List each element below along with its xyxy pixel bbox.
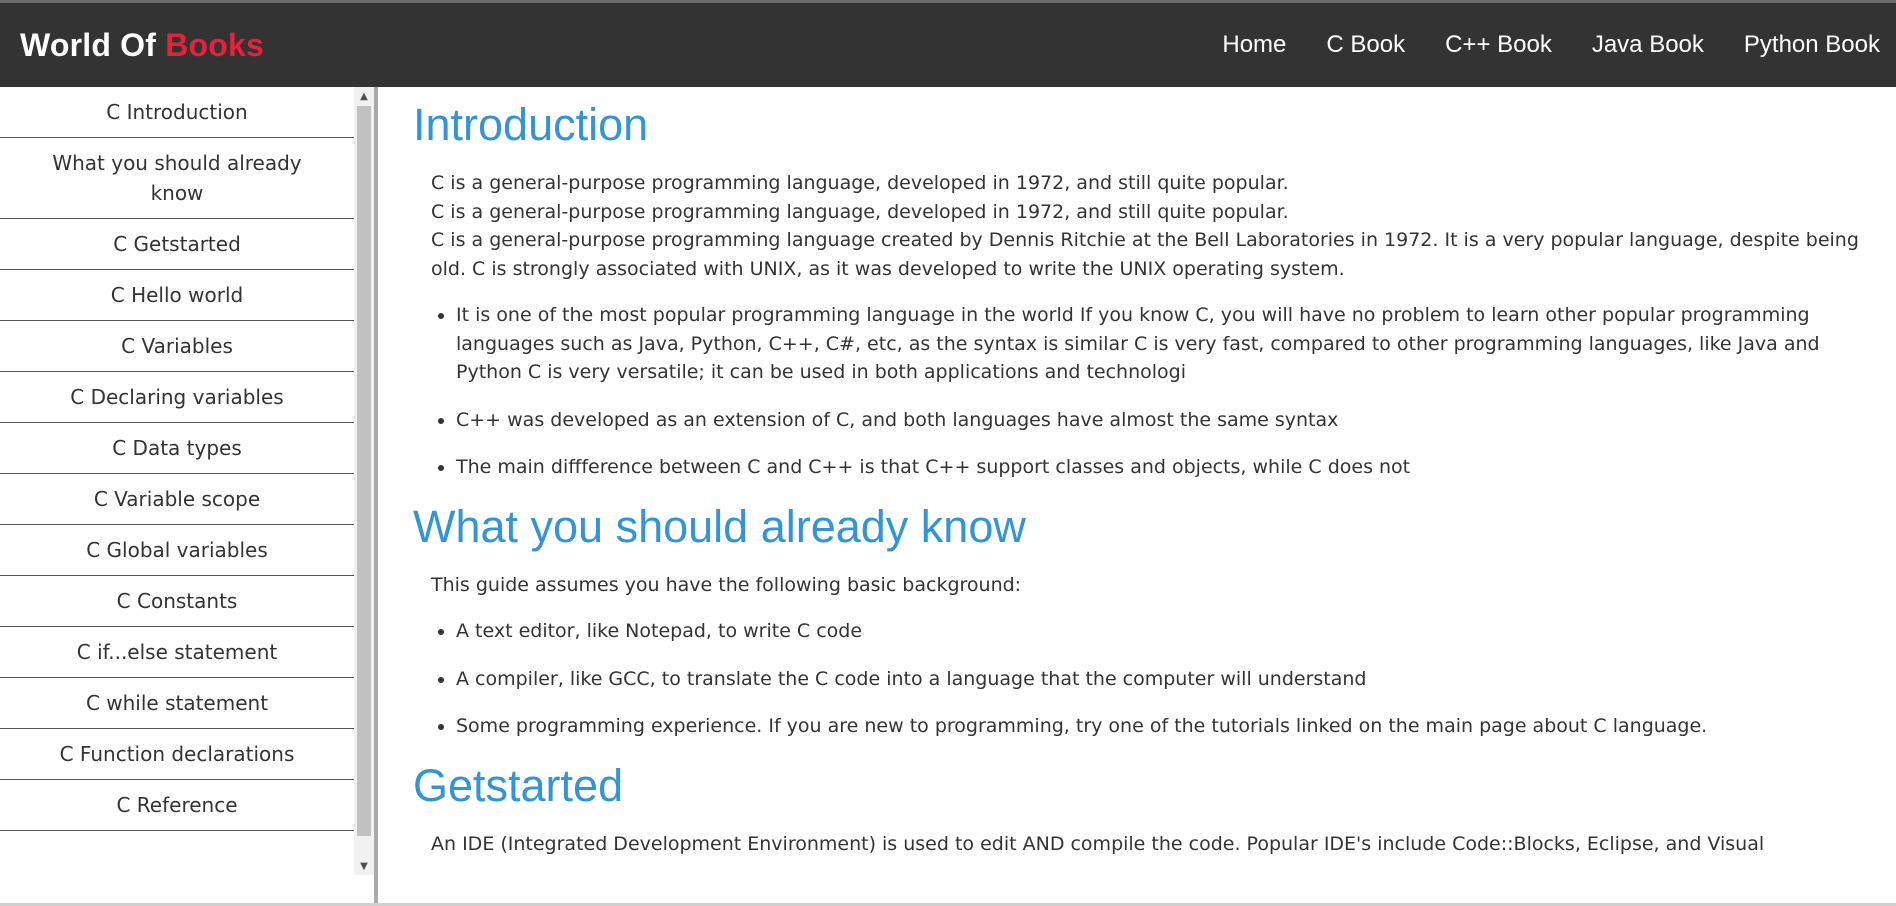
intro-line: C is a general-purpose programming langu… (431, 229, 1859, 280)
sidebar-item-c-variables[interactable]: C Variables (0, 321, 354, 372)
sidebar-item-c-reference[interactable]: C Reference (0, 780, 354, 831)
scrollbar-thumb[interactable] (357, 106, 371, 836)
brand-name-part2: Books (165, 27, 264, 63)
main-nav: Home C Book C++ Book Java Book Python Bo… (1222, 3, 1880, 87)
section-title-what-you-should-already-know: What you should already know (413, 500, 1026, 552)
list-item: Some programming experience. If you are … (456, 712, 1876, 741)
nav-cpp-book-link[interactable]: C++ Book (1445, 31, 1552, 59)
list-item: A text editor, like Notepad, to write C … (456, 617, 1876, 646)
sidebar-scrollbar[interactable]: ▲ ▼ (354, 87, 374, 875)
sidebar-list: C Introduction What you should already k… (0, 87, 354, 831)
intro-line: C is a general-purpose programming langu… (431, 172, 1289, 194)
section-title-getstarted: Getstarted (413, 759, 624, 811)
intro-list: It is one of the most popular programmin… (413, 301, 1876, 482)
sidebar-item-c-while-statement[interactable]: C while statement (0, 678, 354, 729)
sidebar: C Introduction What you should already k… (0, 87, 354, 906)
scroll-down-icon[interactable]: ▼ (354, 857, 374, 875)
sidebar-item-c-function-declarations[interactable]: C Function declarations (0, 729, 354, 780)
brand-name-part1: World Of (20, 27, 157, 63)
list-item: A compiler, like GCC, to translate the C… (456, 665, 1876, 694)
nav-python-book-link[interactable]: Python Book (1744, 31, 1880, 59)
sidebar-item-c-hello-world[interactable]: C Hello world (0, 270, 354, 321)
getstarted-paragraph: An IDE (Integrated Development Environme… (431, 832, 1765, 855)
section-title-introduction: Introduction (413, 99, 649, 150)
intro-paragraph: C is a general-purpose programming langu… (413, 169, 1876, 283)
intro-line: C is a general-purpose programming langu… (431, 200, 1289, 223)
sidebar-item-c-getstarted[interactable]: C Getstarted (0, 219, 354, 270)
list-item: C++ was developed as an extension of C, … (456, 406, 1876, 435)
sidebar-item-c-global-variables[interactable]: C Global variables (0, 525, 354, 576)
sidebar-item-c-variable-scope[interactable]: C Variable scope (0, 474, 354, 525)
list-item: It is one of the most popular programmin… (456, 301, 1876, 387)
nav-c-book-link[interactable]: C Book (1326, 31, 1405, 59)
nav-home-link[interactable]: Home (1222, 31, 1286, 59)
sidebar-item-c-declaring-variables[interactable]: C Declaring variables (0, 372, 354, 423)
sidebar-item-c-data-types[interactable]: C Data types (0, 423, 354, 474)
sidebar-item-c-if-else-statement[interactable]: C if...else statement (0, 627, 354, 678)
main-content: Introduction C is a general-purpose prog… (378, 87, 1896, 906)
scroll-up-icon[interactable]: ▲ (354, 87, 374, 105)
sidebar-item-what-you-should-already-know[interactable]: What you should already know (0, 138, 354, 219)
site-logo[interactable]: World Of Books (20, 27, 264, 64)
nav-java-book-link[interactable]: Java Book (1592, 31, 1704, 59)
sidebar-item-c-introduction[interactable]: C Introduction (0, 87, 354, 138)
know-list: A text editor, like Notepad, to write C … (413, 617, 1876, 741)
sidebar-item-c-constants[interactable]: C Constants (0, 576, 354, 627)
know-paragraph: This guide assumes you have the followin… (431, 573, 1022, 596)
top-navigation-bar: World Of Books Home C Book C++ Book Java… (0, 0, 1896, 87)
list-item: The main diffference between C and C++ i… (456, 453, 1876, 482)
